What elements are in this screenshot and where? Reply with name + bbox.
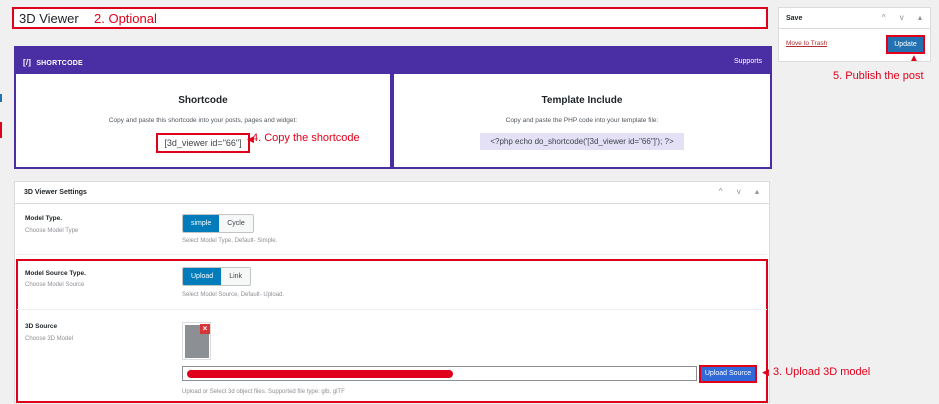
model-type-label: Model Type. xyxy=(25,215,63,222)
source-help: Upload or Select 3d object files. Suppor… xyxy=(182,389,345,395)
template-include-card: Template Include Copy and paste the PHP … xyxy=(394,74,770,167)
move-to-trash-link[interactable]: Move to Trash xyxy=(786,40,827,47)
template-include-code[interactable]: <?php echo do_shortcode('[3d_viewer id="… xyxy=(480,133,684,150)
save-title: Save xyxy=(786,15,803,22)
model-source-link[interactable]: Link xyxy=(221,268,251,285)
model-type-sub: Choose Model Type xyxy=(25,228,79,234)
save-toggle-icons[interactable]: ^ v ▴ xyxy=(882,13,928,22)
edge-marker-red xyxy=(0,122,2,138)
shortcode-value[interactable]: [3d_viewer id="66"] xyxy=(156,133,250,153)
model-type-toggle: simple Cycle xyxy=(182,214,254,233)
code-icon: [/] xyxy=(23,58,32,67)
model-type-help: Select Model Type, Default- Simple. xyxy=(182,238,278,244)
supports-link[interactable]: Supports xyxy=(734,58,762,65)
settings-panel: 3D Viewer Settings ^ v ▴ Model Type. Cho… xyxy=(14,181,770,403)
source-url-input[interactable] xyxy=(182,366,697,381)
shortcode-header-title: SHORTCODE xyxy=(36,60,83,67)
source-label: 3D Source xyxy=(25,323,58,330)
template-include-heading: Template Include xyxy=(541,95,623,106)
panel-toggle-icons[interactable]: ^ v ▴ xyxy=(719,187,765,196)
annotation-optional: 2. Optional xyxy=(94,11,157,26)
model-source-label: Model Source Type. xyxy=(25,270,86,277)
upload-source-button[interactable]: Upload Source xyxy=(699,365,757,383)
settings-header: 3D Viewer Settings ^ v ▴ xyxy=(15,182,769,204)
update-button[interactable]: Update xyxy=(886,35,925,54)
shortcode-header: [/] SHORTCODE xyxy=(23,58,83,67)
divider xyxy=(17,309,767,310)
remove-icon[interactable]: × xyxy=(200,324,210,334)
annotation-highlight-box xyxy=(16,259,768,403)
annotation-upload-model: 3. Upload 3D model xyxy=(773,366,871,378)
shortcode-heading: Shortcode xyxy=(178,95,228,106)
save-header: Save ^ v ▴ xyxy=(779,8,930,29)
model-type-simple[interactable]: simple xyxy=(183,215,220,232)
redacted-url xyxy=(187,370,453,378)
model-type-cycle[interactable]: Cycle xyxy=(219,215,253,232)
post-title-field[interactable]: 3D Viewer 2. Optional xyxy=(12,7,768,29)
arrow-up-icon: ▲ xyxy=(909,53,919,64)
template-include-description: Copy and paste the PHP code into your te… xyxy=(505,117,659,124)
model-source-upload[interactable]: Upload xyxy=(183,268,222,285)
model-source-toggle: Upload Link xyxy=(182,267,252,286)
model-thumbnail: × xyxy=(182,322,211,360)
annotation-publish: 5. Publish the post xyxy=(833,70,924,82)
edge-marker xyxy=(0,94,2,102)
model-source-sub: Choose Model Source xyxy=(25,282,85,288)
shortcode-card: Shortcode Copy and paste this shortcode … xyxy=(16,74,390,167)
shortcode-panel: [/] SHORTCODE Supports Shortcode Copy an… xyxy=(14,46,772,169)
divider xyxy=(17,254,767,255)
model-source-help: Select Model Source, Default- Upload. xyxy=(182,292,285,298)
settings-title: 3D Viewer Settings xyxy=(24,189,87,196)
arrow-left-icon: ◀ xyxy=(762,367,769,377)
source-sub: Choose 3D Model xyxy=(25,336,74,342)
shortcode-description: Copy and paste this shortcode into your … xyxy=(108,117,298,124)
post-title-text: 3D Viewer xyxy=(19,11,79,26)
annotation-copy-shortcode: 4. Copy the shortcode xyxy=(252,132,360,144)
